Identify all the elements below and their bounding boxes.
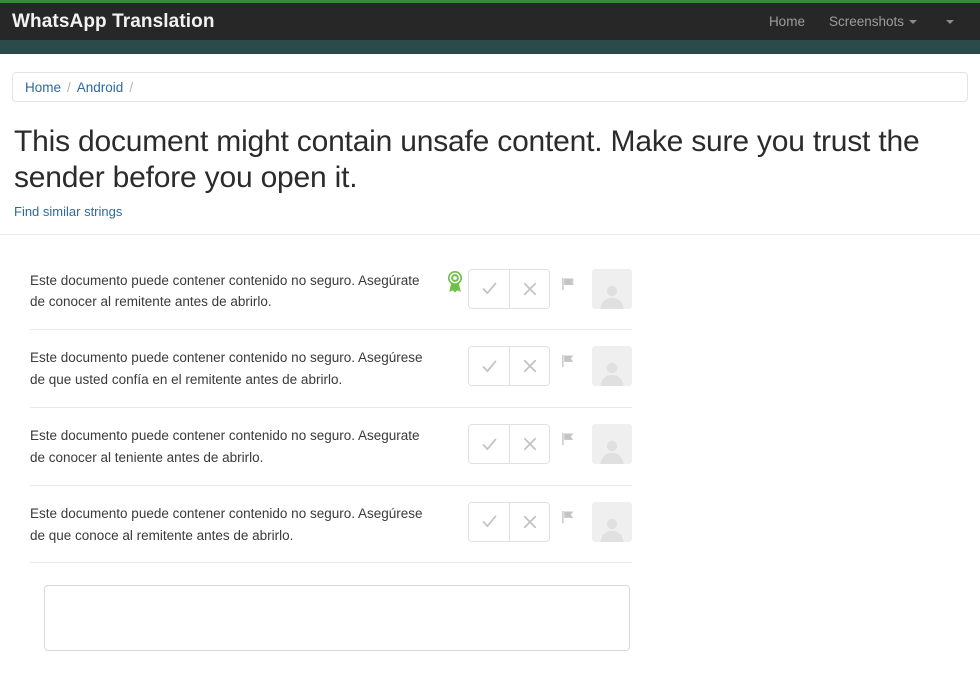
x-icon <box>523 437 536 451</box>
breadcrumb-item-home[interactable]: Home <box>25 80 61 95</box>
accept-reject-button-group <box>468 501 550 542</box>
nav-link-home[interactable]: Home <box>757 14 817 29</box>
nav-link-screenshots[interactable]: Screenshots <box>817 14 929 29</box>
avatar[interactable] <box>592 268 632 309</box>
flag-icon[interactable] <box>561 510 576 525</box>
x-icon <box>523 360 536 373</box>
nav-link-user-menu[interactable] <box>929 19 966 24</box>
flag-slot <box>550 424 586 447</box>
flag-icon[interactable] <box>561 354 576 369</box>
check-icon <box>482 515 496 528</box>
suggestion-text: Este documento puede contener contenido … <box>30 350 423 388</box>
page-container: Home / Android / This document might con… <box>0 72 980 656</box>
approved-badge-slot <box>442 346 468 348</box>
x-icon <box>523 515 536 528</box>
user-avatar-icon <box>600 440 624 465</box>
suggestion-text: Este documento puede contener contenido … <box>30 272 420 310</box>
award-ribbon-icon <box>448 270 462 293</box>
user-avatar-icon <box>600 518 624 542</box>
reject-suggestion-button[interactable] <box>509 502 549 541</box>
suggestion-actions <box>442 268 632 309</box>
suggestion-row: Este documento puede contener contenido … <box>30 408 632 486</box>
reject-suggestion-button[interactable] <box>509 425 549 464</box>
check-icon <box>482 282 496 295</box>
suggestion-row: Este documento puede contener contenido … <box>30 486 632 564</box>
accept-suggestion-button[interactable] <box>469 502 509 541</box>
chevron-down-icon <box>946 19 954 24</box>
user-avatar-icon <box>600 363 624 387</box>
chevron-down-icon <box>909 19 917 24</box>
check-icon <box>482 360 496 372</box>
approved-badge-slot <box>442 424 468 426</box>
suggestion-row: Este documento puede contener contenido … <box>30 330 632 409</box>
navbar-links: Home Screenshots <box>757 14 966 29</box>
flag-slot <box>550 269 586 292</box>
translation-input[interactable] <box>44 585 630 652</box>
accept-reject-button-group <box>468 268 550 309</box>
suggestion-text: Este documento puede contener contenido … <box>30 505 423 543</box>
find-similar-strings-link[interactable]: Find similar strings <box>14 204 122 219</box>
accept-suggestion-button[interactable] <box>469 269 509 308</box>
breadcrumb-separator-trailing: / <box>129 79 134 95</box>
title-divider <box>0 233 980 235</box>
nav-link-home-label: Home <box>768 14 805 29</box>
reject-suggestion-button[interactable] <box>509 269 549 308</box>
brand-title[interactable]: WhatsApp Translation <box>12 11 215 33</box>
accept-suggestion-button[interactable] <box>469 347 509 386</box>
flag-icon[interactable] <box>561 432 576 447</box>
suggestion-actions <box>442 424 632 465</box>
avatar[interactable] <box>592 424 632 465</box>
page-title: This document might contain unsafe conte… <box>14 125 920 195</box>
breadcrumb-item-android[interactable]: Android <box>77 80 124 95</box>
breadcrumb: Home / Android / <box>12 72 968 102</box>
suggestion-actions <box>442 501 632 542</box>
approved-badge-slot <box>442 269 468 293</box>
accept-suggestion-button[interactable] <box>469 425 509 464</box>
approved-badge-slot <box>442 502 468 504</box>
navbar-secondary-strip <box>0 40 980 54</box>
navbar: WhatsApp Translation Home Screenshots <box>0 3 980 40</box>
user-avatar-icon <box>600 285 624 309</box>
flag-slot <box>550 346 586 369</box>
nav-link-screenshots-label: Screenshots <box>828 14 904 29</box>
check-icon <box>482 438 496 450</box>
avatar[interactable] <box>592 346 632 387</box>
accept-reject-button-group <box>468 346 550 387</box>
suggestion-actions <box>442 346 632 387</box>
reject-suggestion-button[interactable] <box>509 347 549 386</box>
accept-reject-button-group <box>468 424 550 465</box>
flag-icon[interactable] <box>561 277 576 292</box>
x-icon <box>523 282 536 295</box>
suggestion-list: Este documento puede contener contenido … <box>12 253 968 564</box>
avatar[interactable] <box>592 501 632 542</box>
flag-slot <box>550 502 586 525</box>
suggestion-text: Este documento puede contener contenido … <box>30 428 420 465</box>
breadcrumb-separator: / <box>67 79 71 95</box>
suggestion-row: Este documento puede contener contenido … <box>30 253 632 331</box>
compose-area <box>12 563 968 656</box>
